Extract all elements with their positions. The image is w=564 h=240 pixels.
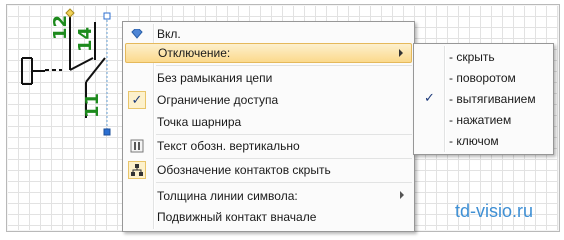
selection-handle[interactable] bbox=[103, 128, 111, 136]
contact-number-11: 11 bbox=[82, 93, 103, 118]
menu-item-on[interactable]: Вкл. bbox=[125, 24, 412, 44]
menu-item-label: Обозначение контактов скрыть bbox=[157, 163, 331, 177]
menu-item-moving-contact-first[interactable]: Подвижный контакт вначале bbox=[125, 207, 412, 227]
menu-item-label: Текст обозн. вертикально bbox=[157, 139, 300, 153]
menu-item-label: Без рамыкания цепи bbox=[157, 71, 273, 85]
submenu-item-rotate[interactable]: - поворотом bbox=[416, 68, 551, 88]
selection-handle[interactable] bbox=[103, 12, 111, 20]
submenu-item-label: - поворотом bbox=[449, 71, 516, 85]
menu-separator bbox=[156, 182, 412, 183]
contact-number-12: 12 bbox=[50, 15, 71, 40]
menu-separator bbox=[156, 134, 412, 135]
checkmark-icon: ✓ bbox=[128, 91, 146, 109]
menu-item-label: Вкл. bbox=[157, 27, 181, 41]
hierarchy-icon bbox=[128, 161, 146, 179]
diamond-icon bbox=[126, 24, 148, 44]
submenu-item-label: - вытягиванием bbox=[449, 92, 536, 106]
submenu-item-key[interactable]: - ключом bbox=[416, 131, 551, 151]
menu-item-label: Отключение: bbox=[158, 46, 231, 60]
vertical-text-icon bbox=[126, 136, 148, 156]
submenu-item-label: - нажатием bbox=[449, 113, 512, 127]
watermark: td-visio.ru bbox=[455, 201, 534, 221]
menu-item-disconnect[interactable]: Отключение: bbox=[125, 43, 412, 63]
menu-item-pivot-point[interactable]: Точка шарнира bbox=[125, 112, 412, 132]
menu-item-label: Подвижный контакт вначале bbox=[157, 210, 317, 224]
menu-item-no-closing[interactable]: Без рамыкания цепи bbox=[125, 68, 412, 88]
menu-item-access-restriction[interactable]: ✓ Ограничение доступа bbox=[125, 90, 412, 110]
submenu-item-hide[interactable]: - скрыть bbox=[416, 47, 551, 67]
context-menu: Вкл. Отключение: Без рамыкания цепи ✓ Ог… bbox=[122, 21, 415, 232]
contact-number-14: 14 bbox=[75, 27, 96, 52]
menu-item-label: Точка шарнира bbox=[157, 115, 242, 129]
menu-item-line-thickness[interactable]: Толщина линии символа: bbox=[125, 186, 412, 206]
submenu-item-label: - скрыть bbox=[449, 50, 495, 64]
submenu-item-press[interactable]: - нажатием bbox=[416, 110, 551, 130]
menu-item-text-vertical[interactable]: Текст обозн. вертикально bbox=[125, 136, 412, 156]
menu-item-label: Ограничение доступа bbox=[157, 93, 279, 107]
menu-item-hide-contact-labels[interactable]: Обозначение контактов скрыть bbox=[125, 160, 412, 180]
submenu-item-label: - ключом bbox=[449, 134, 499, 148]
checkmark-icon: ✓ bbox=[424, 90, 435, 105]
submenu-item-pull[interactable]: ✓ - вытягиванием bbox=[416, 89, 551, 109]
menu-separator bbox=[156, 65, 412, 66]
submenu-arrow-icon bbox=[400, 191, 404, 199]
disconnect-submenu: - скрыть - поворотом ✓ - вытягиванием - … bbox=[413, 43, 554, 155]
menu-separator bbox=[156, 158, 412, 159]
submenu-arrow-icon bbox=[399, 49, 403, 57]
menu-item-label: Толщина линии символа: bbox=[157, 189, 298, 203]
